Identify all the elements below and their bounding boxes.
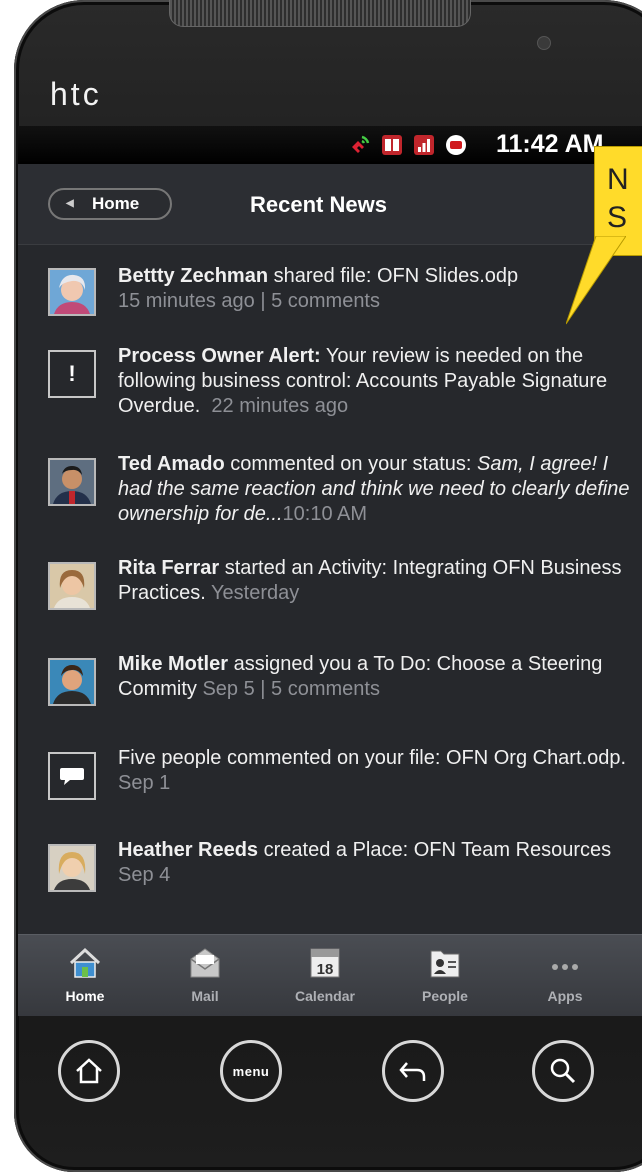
status-bar: 11:42 AM: [18, 126, 642, 164]
back-arrow-icon: ◀: [66, 198, 74, 209]
house-outline-icon: [76, 1058, 102, 1084]
feed-item-text: Five people commented on your file: OFN …: [118, 747, 627, 794]
feed-item-text: Ted Amado commented on your status: Sam,…: [118, 453, 630, 525]
tab-mail[interactable]: Mail: [150, 945, 260, 1004]
comment-icon: [48, 752, 96, 800]
tab-people[interactable]: People: [390, 945, 500, 1004]
feed-item-text: Rita Ferrar started an Activity: Integra…: [118, 557, 622, 604]
mail-icon: [190, 948, 220, 978]
svg-text:18: 18: [317, 961, 334, 978]
back-key[interactable]: [382, 1040, 444, 1102]
calendar-icon: 18: [310, 948, 340, 978]
phone-call-icon: [352, 135, 370, 153]
bottom-tab-bar: Home Mail 18 Calendar People Apps: [18, 934, 642, 1016]
feed-item-meta: Sep 4: [118, 864, 171, 886]
avatar: [48, 268, 96, 316]
tab-home[interactable]: Home: [30, 945, 140, 1004]
feed-item-text: Process Owner Alert: Your review is need…: [118, 345, 608, 417]
feed-item-meta: Sep 5 | 5 comments: [202, 678, 380, 700]
avatar: [48, 658, 96, 706]
tab-calendar[interactable]: 18 Calendar: [270, 945, 380, 1004]
phone-screen: 11:42 AM ◀ Home Recent News Bettty Zechm…: [18, 126, 642, 1016]
menu-key-label: menu: [232, 1063, 270, 1079]
signal-icon: [414, 135, 434, 155]
feed-item-text: Bettty Zechman shared file: OFN Slides.o…: [118, 265, 519, 312]
search-icon: [550, 1058, 576, 1084]
tab-label: Mail: [191, 988, 219, 1004]
callout-pointer: [566, 236, 626, 325]
tab-label: People: [422, 988, 468, 1004]
apps-icon: [552, 964, 578, 970]
menu-key[interactable]: menu: [220, 1040, 282, 1102]
feed-item-meta: 15 minutes ago | 5 comments: [118, 290, 380, 312]
app-header: ◀ Home Recent News: [18, 164, 642, 245]
page-title: Recent News: [250, 192, 387, 217]
feed-item-meta: Sep 1: [118, 772, 171, 794]
tab-label: Home: [65, 988, 105, 1004]
feed-item-meta: 10:10 AM: [282, 503, 368, 525]
feed-item-meta: Yesterday: [211, 582, 300, 604]
feed-item-text: Mike Motler assigned you a To Do: Choose…: [118, 653, 603, 700]
alert-icon: !: [48, 350, 96, 398]
back-arrow-outline-icon: [399, 1062, 426, 1081]
search-key[interactable]: [532, 1040, 594, 1102]
brand-logo: htc: [50, 76, 102, 112]
avatar: [48, 562, 96, 610]
network-type-icon: [382, 135, 402, 155]
avatar: [48, 844, 96, 892]
home-back-button[interactable]: ◀ Home: [48, 188, 172, 220]
status-time: 11:42 AM: [496, 130, 604, 158]
battery-icon: [446, 135, 466, 155]
speaker-grille: [169, 0, 471, 27]
avatar: [48, 458, 96, 506]
tab-apps[interactable]: Apps: [510, 945, 620, 1004]
home-back-label: Home: [92, 194, 140, 213]
tab-label: Apps: [547, 988, 583, 1004]
feed-item-text: Heather Reeds created a Place: OFN Team …: [118, 839, 612, 886]
home-icon: [69, 947, 101, 978]
tab-label: Calendar: [295, 988, 355, 1004]
front-camera: [537, 36, 551, 50]
home-key[interactable]: [58, 1040, 120, 1102]
people-icon: [430, 950, 460, 978]
feed-item-meta: 22 minutes ago: [211, 395, 349, 417]
